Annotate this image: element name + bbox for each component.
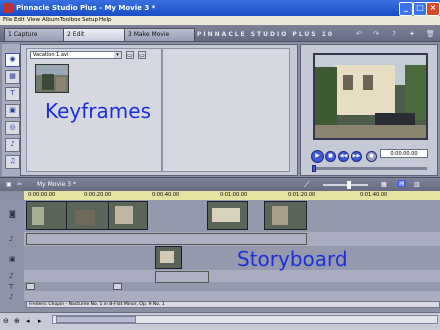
tip-bulb-icon[interactable]: ✦	[408, 30, 416, 38]
zoom-out-icon[interactable]: ⊖	[3, 317, 9, 325]
audio-clip[interactable]	[26, 233, 307, 245]
minimize-icon[interactable]: _	[399, 2, 413, 16]
trash-icon[interactable]: 🗑	[426, 30, 435, 38]
video-clip[interactable]	[207, 201, 248, 230]
scene-thumbnail[interactable]	[35, 64, 69, 93]
sound-effect-icon[interactable]: ♪	[9, 293, 13, 301]
overlay-track	[24, 246, 440, 271]
ruler-tick: 0:00:00.00	[28, 192, 56, 198]
maximize-icon[interactable]: □	[413, 2, 427, 16]
timeline-view-icon[interactable]: ▤	[398, 180, 406, 187]
zoom-in-icon[interactable]: ⊕	[14, 317, 20, 325]
album-page-right	[162, 48, 290, 172]
jog-dial-icon[interactable]: ●	[366, 151, 377, 162]
menu-setup[interactable]: Setup	[82, 17, 98, 23]
ruler-tick: 0:01:40.00	[360, 192, 388, 198]
undo-icon[interactable]: ↶	[355, 30, 363, 38]
still-images-icon[interactable]: ▣	[5, 104, 20, 118]
titles-icon[interactable]: T	[5, 87, 20, 101]
timeline-scrollbar-thumb[interactable]	[56, 316, 136, 323]
menu-edit[interactable]: Edit	[14, 17, 25, 23]
transitions-icon[interactable]: ▦	[5, 70, 20, 84]
title-clip[interactable]	[26, 283, 35, 290]
album-tabs: ◉ ▦ T ▣ ◎ ♪ ♫	[2, 44, 21, 176]
video-clip[interactable]	[26, 201, 68, 230]
ruler-tick: 0:01:20.00	[288, 192, 316, 198]
menu-file[interactable]: File	[3, 17, 12, 23]
help-icon[interactable]: ?	[390, 30, 398, 38]
movie-window-icon: ▣	[6, 181, 12, 188]
video-track-icon[interactable]: ◙	[9, 210, 16, 218]
tab-make-movie[interactable]: 3 Make Movie	[124, 28, 195, 42]
volume-slider-handle[interactable]	[347, 181, 351, 189]
volume-slider[interactable]	[323, 184, 368, 186]
project-title: My Movie 3 *	[37, 181, 77, 188]
overlay-track-icon[interactable]: ▣	[9, 255, 16, 263]
mode-bar: 1 Capture 2 Edit 3 Make Movie PINNACLE S…	[0, 25, 440, 42]
redo-icon[interactable]: ↷	[372, 30, 380, 38]
open-folder-icon[interactable]: ▭	[138, 51, 146, 59]
sound-effects-icon[interactable]: ♪	[5, 138, 20, 152]
fast-forward-button[interactable]: ▶▶	[351, 151, 362, 162]
folder-icon[interactable]: ▭	[126, 51, 134, 59]
title-bar: Pinnacle Studio Plus - My Movie 3 * _ □ …	[0, 0, 440, 16]
overlay-audio-clip[interactable]	[155, 271, 209, 283]
video-clip[interactable]	[108, 201, 148, 230]
storyboard-view-icon[interactable]: ▦	[381, 181, 387, 188]
video-clip[interactable]	[264, 201, 307, 230]
menu-help[interactable]: Help	[99, 17, 112, 23]
timecode-field[interactable]: 0:00.00.00	[380, 149, 428, 158]
overlay-audio-icon[interactable]: ♪	[9, 272, 13, 280]
keyframes-overlay-label: Keyframes	[45, 99, 151, 123]
app-icon	[3, 3, 13, 13]
play-button[interactable]: ▶	[311, 150, 324, 163]
preview-screen	[313, 53, 428, 140]
text-view-icon[interactable]: ▥	[414, 181, 420, 188]
video-scenes-icon[interactable]: ◉	[5, 53, 20, 67]
scroll-left-icon[interactable]: ◂	[26, 317, 30, 325]
audio-track-icon[interactable]: ♪	[9, 235, 13, 243]
scrubber-track[interactable]	[312, 167, 427, 170]
window-title: Pinnacle Studio Plus - My Movie 3 *	[16, 4, 156, 12]
track-header-column: ◙ ♪ ▣ ♪ T ♪	[0, 200, 24, 312]
video-clip[interactable]	[66, 201, 110, 230]
menu-view[interactable]: View	[27, 17, 40, 23]
tab-edit[interactable]: 2 Edit	[63, 28, 127, 42]
cut-icon[interactable]: ✂	[17, 181, 22, 188]
disc-menus-icon[interactable]: ◎	[5, 121, 20, 135]
storyboard-overlay-label: Storyboard	[237, 247, 348, 271]
timeline-ruler[interactable]: 0:00:00.00 0:00:20.00 0:00:40.00 0:01:00…	[24, 191, 440, 200]
title-clip[interactable]	[113, 283, 122, 290]
stop-button[interactable]: ■	[325, 151, 336, 162]
menu-toolbox[interactable]: Toolbox	[60, 17, 81, 23]
menu-bar: File Edit View Album Toolbox Setup Help	[0, 16, 440, 25]
music-icon[interactable]: ♫	[5, 155, 20, 169]
ruler-tick: 0:00:20.00	[84, 192, 112, 198]
scrubber-handle[interactable]	[312, 165, 316, 172]
rewind-button[interactable]: ◀◀	[338, 151, 349, 162]
close-icon[interactable]: ×	[426, 2, 440, 16]
ruler-tick: 0:01:00.00	[220, 192, 248, 198]
ruler-tick: 0:00:40.00	[152, 192, 180, 198]
chevron-down-icon[interactable]: ▾	[114, 52, 121, 58]
music-clip[interactable]: Frederic Chopin - Nocturne No. 1 in B-Fl…	[26, 301, 440, 308]
source-file-value: Vacation 1.avi	[33, 52, 69, 58]
source-file-dropdown[interactable]: Vacation 1.avi ▾	[30, 51, 122, 59]
razor-icon[interactable]: ⟋	[304, 180, 310, 190]
menu-album[interactable]: Album	[42, 17, 60, 23]
title-track-icon[interactable]: T	[9, 283, 13, 291]
overlay-clip[interactable]	[155, 246, 182, 269]
tab-capture[interactable]: 1 Capture	[4, 28, 66, 42]
brand-label: PINNACLE STUDIO PLUS 10	[197, 31, 335, 38]
timeline-toolbar: ▣ ✂ My Movie 3 * ⟋ ▦ ▤ ▥	[0, 177, 440, 191]
scroll-right-icon[interactable]: ▸	[38, 317, 42, 325]
